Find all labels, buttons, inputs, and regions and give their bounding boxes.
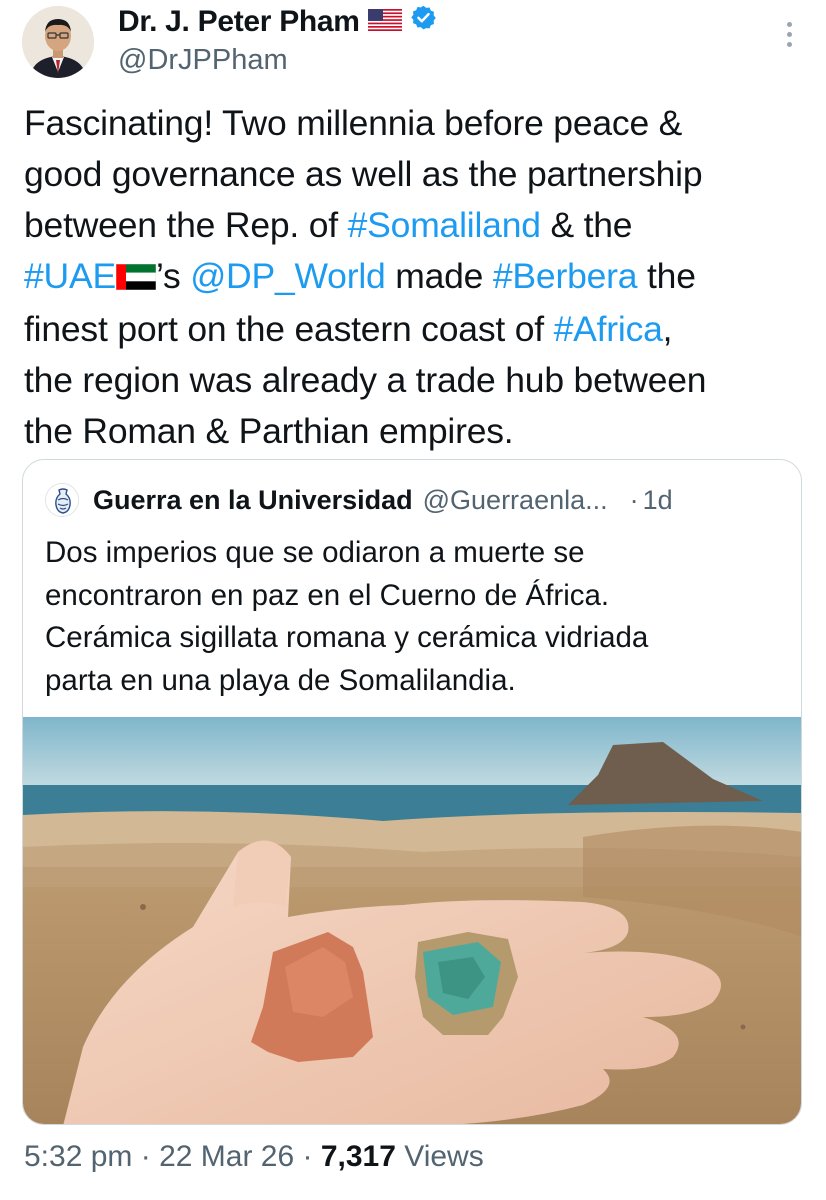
meta-separator: · <box>294 1140 321 1173</box>
hashtag-link[interactable]: #Somaliland <box>348 205 541 245</box>
us-flag-icon <box>367 5 402 39</box>
tweet-text-segment: ’s <box>155 256 191 296</box>
quoted-author-handle[interactable]: @Guerraenla... <box>423 485 608 516</box>
tweet-meta: 5:32 pm · 22 Mar 26 · 7,317 Views <box>24 1140 484 1174</box>
tweet-text-segment: between the Rep. of <box>24 205 348 245</box>
hashtag-link[interactable]: #UAE <box>24 256 116 296</box>
tweet-text-segment: & the <box>540 205 633 245</box>
views-label: Views <box>395 1140 484 1173</box>
quoted-text-line: Cerámica sigillata romana y cerámica vid… <box>45 621 649 654</box>
tweet-text-line: #UAE ’s @DP_World made #Berbera the <box>24 251 814 304</box>
author-name-row[interactable]: Dr. J. Peter Pham <box>118 4 437 39</box>
tweet-date[interactable]: 22 Mar 26 <box>159 1140 294 1173</box>
quoted-author-avatar[interactable] <box>45 483 79 517</box>
tweet-text-segment: finest port on the eastern coast of <box>24 309 554 349</box>
tweet-text-segment: the Roman & Parthian empires. <box>24 411 514 451</box>
tweet-text-segment: the region was already a trade hub betwe… <box>24 360 707 400</box>
tweet-text: Fascinating! Two millennia before peace … <box>24 98 814 457</box>
uae-flag-icon <box>115 253 157 304</box>
views-count: 7,317 <box>320 1140 396 1173</box>
author-handle[interactable]: @DrJPPham <box>118 44 288 77</box>
quoted-tweet-photo[interactable] <box>23 717 801 1124</box>
meta-separator: · <box>132 1140 160 1173</box>
tweet-text-segment: good governance as well as the partnersh… <box>24 154 703 194</box>
tweet-text-line: the Roman & Parthian empires. <box>24 406 814 457</box>
quoted-separator-dot: · <box>629 484 639 515</box>
verified-badge-icon[interactable] <box>410 4 437 39</box>
tweet-text-line: Fascinating! Two millennia before peace … <box>24 98 814 149</box>
quoted-text-line: parta en una playa de Somalilandia. <box>45 663 516 697</box>
tweet-text-line: good governance as well as the partnersh… <box>24 149 814 200</box>
tweet-text-segment: the <box>637 256 696 296</box>
tweet-text-line: finest port on the eastern coast of #Afr… <box>24 304 814 355</box>
hashtag-link[interactable]: #Africa <box>554 309 663 349</box>
tweet-text-line: between the Rep. of #Somaliland & the <box>24 200 814 251</box>
quoted-text-line: encontraron en paz en el Cuerno de Áfric… <box>45 578 610 612</box>
author-name[interactable]: Dr. J. Peter Pham <box>118 5 360 39</box>
tweet-text-line: the region was already a trade hub betwe… <box>24 355 814 406</box>
tweet-time[interactable]: 5:32 pm <box>24 1140 132 1173</box>
quoted-tweet-header: Guerra en la Universidad @Guerraenla... … <box>45 480 673 520</box>
tweet-text-segment: , <box>662 309 673 349</box>
hashtag-link[interactable]: #Berbera <box>493 256 638 296</box>
more-options-icon[interactable] <box>782 22 796 52</box>
quoted-text-line: Dos imperios que se odiaron a muerte se <box>45 536 585 569</box>
quoted-author-name[interactable]: Guerra en la Universidad <box>93 485 413 516</box>
mention-link[interactable]: @DP_World <box>190 256 386 296</box>
tweet-text-segment: made <box>385 256 493 296</box>
quoted-timestamp[interactable]: 1d <box>643 485 673 516</box>
tweet-text-segment: Fascinating! Two millennia before peace … <box>24 103 683 143</box>
author-avatar[interactable] <box>22 6 94 78</box>
quoted-tweet[interactable]: Guerra en la Universidad @Guerraenla... … <box>22 459 802 1125</box>
quoted-tweet-text: Dos imperios que se odiaron a muerte se … <box>45 532 785 702</box>
